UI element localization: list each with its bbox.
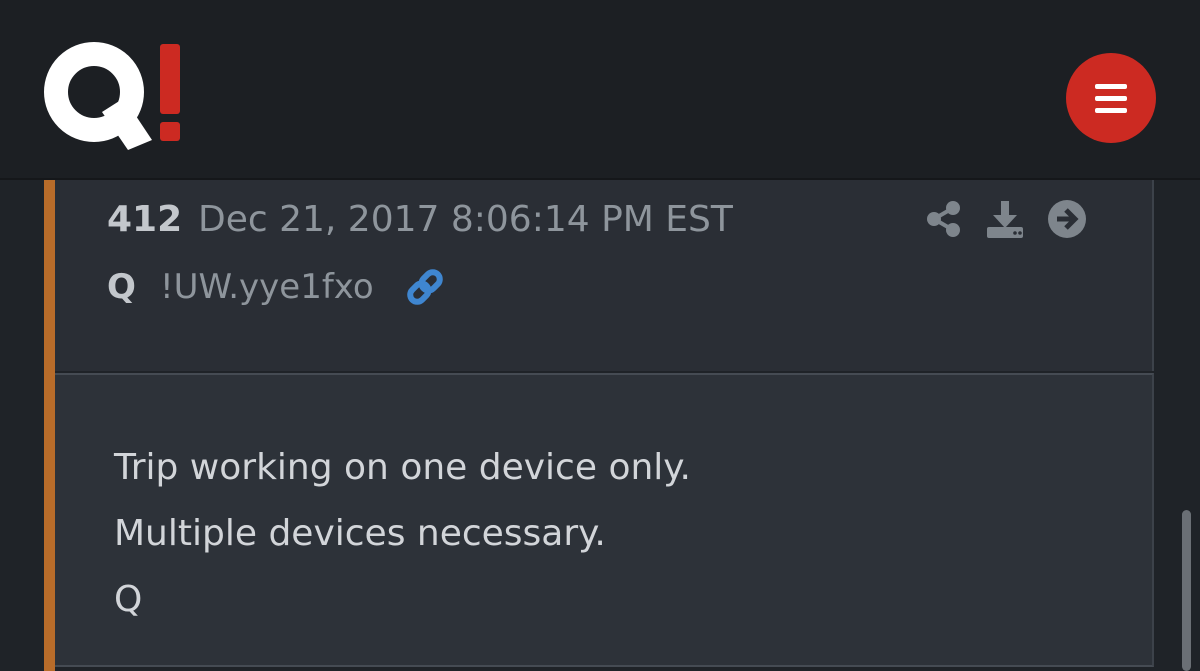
hamburger-menu-icon	[1095, 84, 1127, 89]
share-icon[interactable]	[924, 199, 964, 239]
download-icon[interactable]	[985, 199, 1025, 239]
hamburger-menu-icon-bar	[1095, 108, 1127, 113]
post-number[interactable]: 412	[107, 196, 182, 244]
menu-button[interactable]	[1066, 53, 1156, 143]
post-accent-bar	[44, 180, 55, 671]
hamburger-menu-icon-bar	[1095, 96, 1127, 101]
arrow-right-circle-icon[interactable]	[1047, 199, 1087, 239]
app-header	[0, 0, 1200, 180]
q-logo-icon	[44, 42, 180, 150]
link-icon[interactable]	[404, 268, 446, 306]
q-logo[interactable]	[44, 40, 194, 152]
scrollbar[interactable]	[1182, 510, 1191, 671]
post-signature: Q	[114, 579, 143, 620]
post-datetime: Dec 21, 2017 8:06:14 PM EST	[198, 199, 733, 240]
post-tripcode: !UW.yye1fxo	[160, 267, 374, 307]
post-text-line: Multiple devices necessary.	[114, 513, 606, 554]
post-author: Q	[107, 267, 136, 307]
post-text-line: Trip working on one device only.	[114, 447, 691, 488]
